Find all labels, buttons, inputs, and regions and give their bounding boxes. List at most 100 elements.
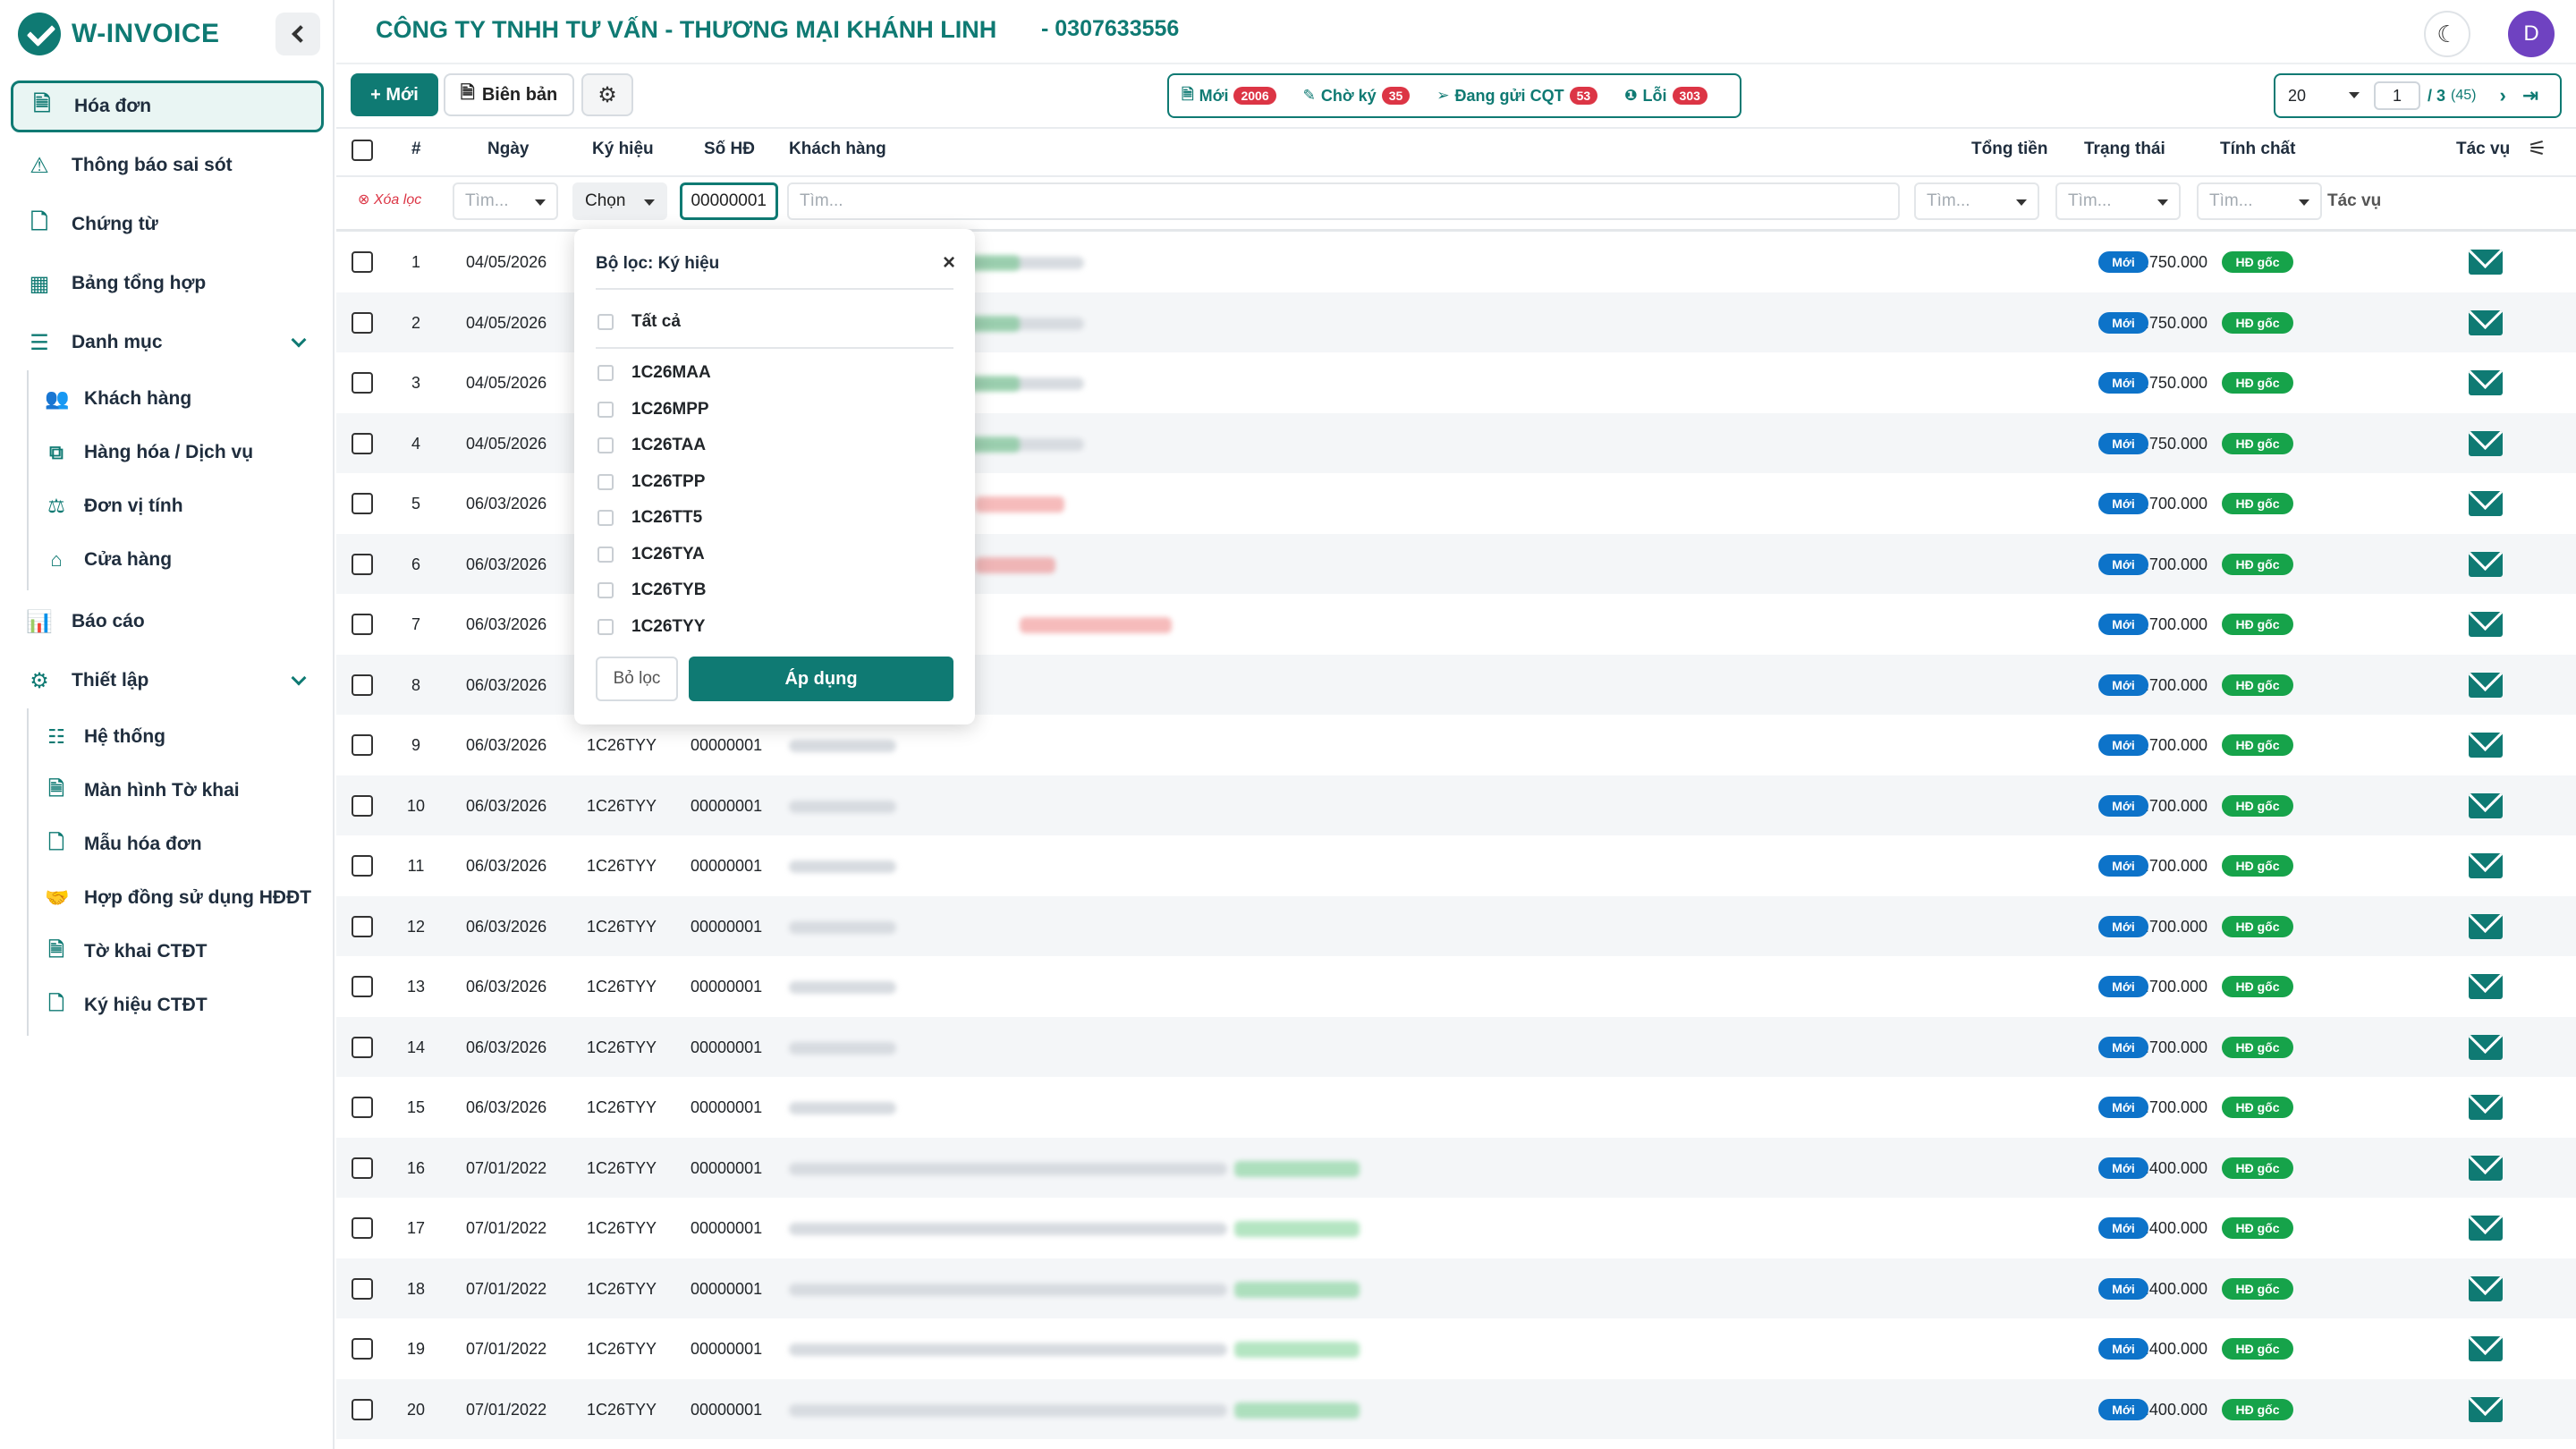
row-checkbox[interactable]: [352, 855, 373, 877]
apply-filter-button[interactable]: Áp dụng: [689, 657, 953, 701]
status-filter-error[interactable]: ❶ Lỗi 303: [1624, 87, 1707, 106]
col-number[interactable]: Số HĐ: [704, 140, 755, 159]
row-checkbox[interactable]: [352, 674, 373, 696]
table-row[interactable]: 12 06/03/2026 1C26TYY 00000001 13.700.000 Mới…: [336, 895, 2576, 956]
send-email-icon[interactable]: [2469, 792, 2503, 818]
table-row[interactable]: 13 06/03/2026 1C26TYY 00000001 13.700.000 Mới…: [336, 956, 2576, 1016]
checkbox[interactable]: [597, 473, 614, 490]
send-email-icon[interactable]: [2469, 370, 2503, 395]
row-checkbox[interactable]: [352, 311, 373, 334]
collapse-sidebar-button[interactable]: [275, 13, 320, 55]
row-checkbox[interactable]: [352, 1398, 373, 1420]
col-status[interactable]: Trạng thái: [2084, 140, 2165, 159]
sidebar-item-cua-hang[interactable]: ⌂ Cửa hàng: [45, 542, 172, 578]
send-email-icon[interactable]: [2469, 309, 2503, 335]
row-checkbox[interactable]: [352, 553, 373, 575]
row-checkbox[interactable]: [352, 976, 373, 997]
row-checkbox[interactable]: [352, 734, 373, 756]
send-email-icon[interactable]: [2469, 1155, 2503, 1181]
checkbox[interactable]: [597, 314, 614, 330]
col-symbol[interactable]: Ký hiệu: [592, 140, 654, 159]
send-email-icon[interactable]: [2469, 974, 2503, 999]
send-email-icon[interactable]: [2469, 672, 2503, 698]
checkbox[interactable]: [597, 437, 614, 453]
table-row[interactable]: 14 06/03/2026 1C26TYY 00000001 13.700.000 Mới…: [336, 1016, 2576, 1077]
table-row[interactable]: 18 07/01/2022 1C26TYY 00000001 491.400.000 Mớ…: [336, 1258, 2576, 1318]
last-page-button[interactable]: ⇥: [2522, 84, 2538, 107]
avatar[interactable]: D: [2508, 11, 2555, 57]
option-1c26tya[interactable]: 1C26TYA: [597, 541, 705, 568]
option-1c26maa[interactable]: 1C26MAA: [597, 360, 711, 386]
row-checkbox[interactable]: [352, 1097, 373, 1118]
table-row[interactable]: 15 06/03/2026 1C26TYY 00000001 13.700.000 Mới…: [336, 1077, 2576, 1137]
row-checkbox[interactable]: [352, 915, 373, 937]
table-row[interactable]: 19 07/01/2022 1C26TYY 00000001 491.400.000 Mớ…: [336, 1318, 2576, 1378]
checkbox[interactable]: [597, 546, 614, 563]
sidebar-item-hang-hoa[interactable]: ⧉ Hàng hóa / Dịch vụ: [45, 435, 253, 470]
next-page-button[interactable]: ›: [2499, 84, 2505, 107]
send-email-icon[interactable]: [2469, 733, 2503, 758]
dark-mode-toggle[interactable]: ☾: [2424, 11, 2470, 57]
sidebar-item-khach-hang[interactable]: 👥 Khách hàng: [45, 381, 191, 417]
clear-filter-button[interactable]: ⊗ Xóa lọc: [358, 191, 421, 208]
row-checkbox[interactable]: [352, 432, 373, 454]
page-size-select[interactable]: 20: [2288, 87, 2368, 106]
option-1c26taa[interactable]: 1C26TAA: [597, 432, 706, 459]
sidebar-item-don-vi-tinh[interactable]: ⚖ Đơn vị tính: [45, 488, 182, 524]
option-1c26tpp[interactable]: 1C26TPP: [597, 469, 705, 496]
sidebar-item-chung-tu[interactable]: 🗋 Chứng từ: [11, 199, 324, 250]
table-row[interactable]: 16 07/01/2022 1C26TYY 00000001 491.400.000 Mớ…: [336, 1137, 2576, 1198]
send-email-icon[interactable]: [2469, 913, 2503, 939]
send-email-icon[interactable]: [2469, 551, 2503, 577]
status-filter-pending-sign[interactable]: ✎ Chờ ký 35: [1303, 87, 1411, 106]
brand[interactable]: W-INVOICE: [18, 13, 220, 55]
symbol-filter-select[interactable]: Chọn: [572, 182, 667, 220]
sidebar-item-bao-cao[interactable]: 📊 Báo cáo: [11, 596, 324, 648]
option-select-all[interactable]: Tất cả: [597, 309, 681, 335]
sidebar-item-man-hinh-to-khai[interactable]: 🗎 Màn hình Tờ khai: [45, 773, 239, 809]
sidebar-item-mau-hoa-don[interactable]: 🗋 Mẫu hóa đơn: [45, 826, 201, 862]
checkbox[interactable]: [597, 510, 614, 526]
settings-button[interactable]: ⚙: [581, 73, 633, 116]
row-checkbox[interactable]: [352, 1338, 373, 1360]
send-email-icon[interactable]: [2469, 250, 2503, 275]
table-row[interactable]: 10 06/03/2026 1C26TYY 00000001 13.700.000 Mới…: [336, 775, 2576, 835]
sidebar-item-thong-bao-sai-sot[interactable]: ⚠ Thông báo sai sót: [11, 140, 324, 191]
row-checkbox[interactable]: [352, 372, 373, 394]
col-total[interactable]: Tổng tiền: [1971, 140, 2047, 159]
sidebar-item-he-thong[interactable]: ☷ Hệ thống: [45, 719, 165, 755]
option-1c26tyb[interactable]: 1C26TYB: [597, 577, 706, 604]
row-checkbox[interactable]: [352, 251, 373, 273]
row-checkbox[interactable]: [352, 1036, 373, 1058]
send-email-icon[interactable]: [2469, 1275, 2503, 1301]
select-all-checkbox[interactable]: [352, 140, 373, 161]
option-1c26mpp[interactable]: 1C26MPP: [597, 396, 709, 423]
table-row[interactable]: 17 07/01/2022 1C26TYY 00000001 491.400.000 Mớ…: [336, 1198, 2576, 1258]
send-email-icon[interactable]: [2469, 1034, 2503, 1060]
status-filter-sending-cqt[interactable]: ➢ Đang gửi CQT 53: [1436, 87, 1598, 106]
status-filter[interactable]: Tìm...: [2055, 182, 2181, 220]
col-date[interactable]: Ngày: [487, 140, 529, 159]
col-customer[interactable]: Khách hàng: [789, 140, 886, 159]
reset-filter-button[interactable]: Bỏ lọc: [596, 657, 678, 701]
number-filter-input[interactable]: 00000001: [680, 182, 778, 220]
date-filter[interactable]: Tìm...: [453, 182, 558, 220]
send-email-icon[interactable]: [2469, 1216, 2503, 1241]
sidebar-item-thiet-lap[interactable]: ⚙ Thiết lập: [11, 655, 324, 707]
send-email-icon[interactable]: [2469, 1336, 2503, 1361]
customer-filter-input[interactable]: Tìm...: [787, 182, 1900, 220]
option-1c26tt5[interactable]: 1C26TT5: [597, 504, 702, 531]
row-checkbox[interactable]: [352, 493, 373, 514]
col-nature[interactable]: Tính chất: [2220, 140, 2295, 159]
status-filter-new[interactable]: 🗎 Mới 2006: [1182, 83, 1276, 109]
checkbox[interactable]: [597, 365, 614, 381]
page-number-input[interactable]: 1: [2374, 81, 2420, 110]
sidebar-item-hoa-don[interactable]: 🗎 Hóa đơn: [11, 80, 324, 132]
row-checkbox[interactable]: [352, 1277, 373, 1300]
nature-filter[interactable]: Tìm...: [2197, 182, 2322, 220]
send-email-icon[interactable]: [2469, 1396, 2503, 1422]
sidebar-item-ky-hieu-ctdt[interactable]: 🗋 Ký hiệu CTĐT: [45, 987, 208, 1023]
close-icon[interactable]: ×: [943, 250, 955, 275]
new-invoice-button[interactable]: + Mới: [351, 73, 438, 116]
send-email-icon[interactable]: [2469, 1095, 2503, 1120]
